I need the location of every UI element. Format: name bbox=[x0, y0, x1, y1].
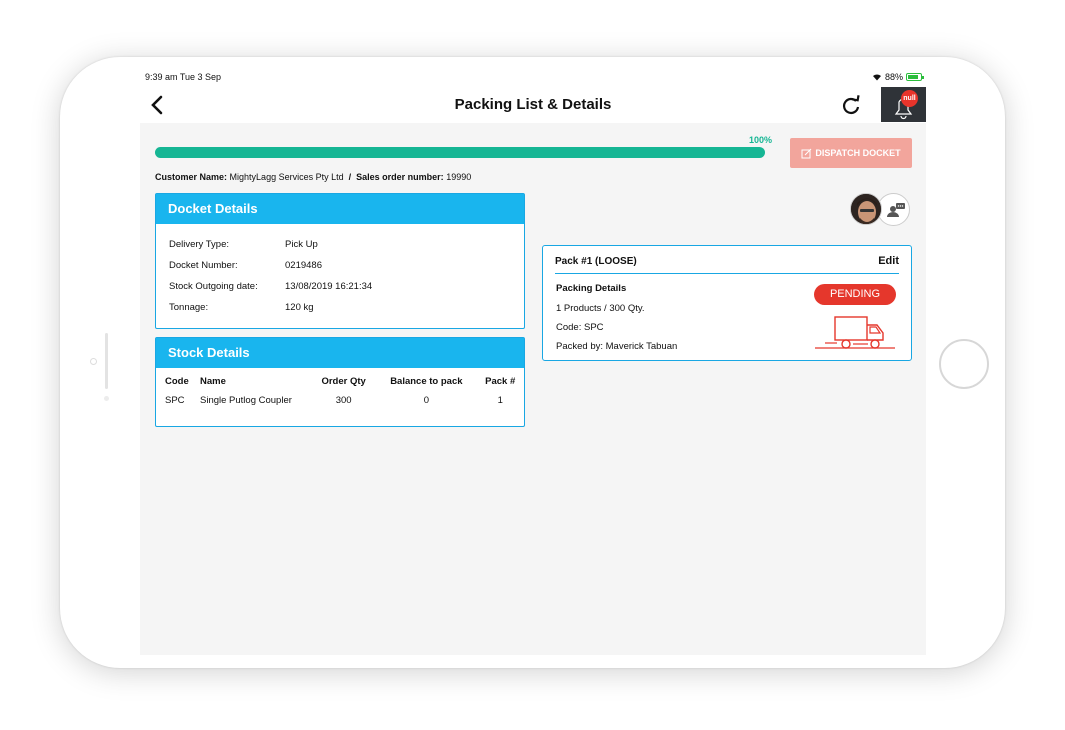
home-button[interactable] bbox=[939, 339, 989, 389]
docket-label: Stock Outgoing date: bbox=[169, 281, 258, 292]
pack-products: 1 Products / 300 Qty. bbox=[556, 303, 645, 314]
stock-table: Code Name Order Qty Balance to pack Pack… bbox=[156, 376, 524, 406]
docket-details-title: Docket Details bbox=[156, 194, 524, 224]
sales-order-label: Sales order number: bbox=[356, 172, 444, 182]
docket-value: Pick Up bbox=[285, 239, 318, 250]
docket-label: Docket Number: bbox=[169, 260, 238, 271]
column-header-order-qty: Order Qty bbox=[321, 376, 366, 387]
customer-name-value: MightyLagg Services Pty Ltd bbox=[229, 172, 344, 182]
pack-header: Pack #1 (LOOSE) Edit bbox=[555, 255, 899, 274]
edit-icon bbox=[801, 148, 812, 158]
dispatch-docket-button[interactable]: DISPATCH DOCKET bbox=[790, 138, 912, 168]
docket-value: 0219486 bbox=[285, 260, 322, 271]
progress-percent: 100% bbox=[749, 135, 773, 145]
cell-order-qty: 300 bbox=[335, 395, 352, 406]
docket-value: 120 kg bbox=[285, 302, 314, 313]
cell-balance: 0 bbox=[423, 395, 430, 406]
assigned-users[interactable] bbox=[850, 193, 912, 227]
status-time: 9:39 am Tue 3 Sep bbox=[145, 72, 222, 82]
table-row[interactable]: SPC Single Putlog Coupler 300 0 1 bbox=[156, 387, 524, 406]
progress-bar bbox=[155, 147, 765, 158]
tablet-camera bbox=[90, 358, 97, 365]
column-header-name: Name bbox=[200, 376, 226, 387]
stock-details-title: Stock Details bbox=[156, 338, 524, 368]
pack-title: Pack #1 (LOOSE) bbox=[555, 256, 637, 267]
cell-name: Single Putlog Coupler bbox=[200, 395, 292, 406]
docket-label: Delivery Type: bbox=[169, 239, 230, 250]
nav-bar: Packing List & Details null bbox=[140, 87, 926, 123]
status-badge: PENDING bbox=[814, 284, 896, 305]
cell-code: SPC bbox=[165, 395, 185, 406]
edit-pack-button[interactable]: Edit bbox=[878, 255, 899, 267]
column-header-pack: Pack # bbox=[485, 376, 516, 387]
cell-pack: 1 bbox=[497, 395, 503, 406]
customer-info: Customer Name: MightyLagg Services Pty L… bbox=[155, 172, 471, 182]
docket-label: Tonnage: bbox=[169, 302, 209, 313]
customer-separator: / bbox=[348, 172, 352, 182]
table-header-row: Code Name Order Qty Balance to pack Pack… bbox=[156, 376, 524, 387]
user-chat-icon bbox=[887, 203, 905, 217]
column-header-balance: Balance to pack bbox=[390, 376, 463, 387]
refresh-button[interactable] bbox=[840, 95, 862, 117]
packing-details-label: Packing Details bbox=[556, 283, 627, 294]
notification-badge: null bbox=[901, 90, 918, 107]
page-title: Packing List & Details bbox=[454, 96, 612, 113]
wifi-icon bbox=[872, 74, 881, 81]
docket-value: 13/08/2019 16:21:34 bbox=[285, 281, 373, 292]
tablet-side-dot bbox=[104, 396, 109, 401]
tablet-side-bar bbox=[105, 333, 108, 389]
notifications-button[interactable]: null bbox=[881, 87, 926, 122]
stock-details-card: Stock Details Code Name Order Qty Balanc… bbox=[155, 337, 525, 427]
status-bar: 9:39 am Tue 3 Sep 88% bbox=[140, 67, 926, 87]
battery-icon bbox=[906, 73, 924, 81]
refresh-icon bbox=[843, 95, 860, 114]
sales-order-value: 19990 bbox=[446, 172, 472, 182]
customer-name-label: Customer Name: bbox=[155, 172, 228, 182]
dispatch-docket-label: DISPATCH DOCKET bbox=[815, 148, 901, 158]
pack-code: Code: SPC bbox=[556, 322, 604, 333]
avatar[interactable] bbox=[850, 193, 882, 225]
column-header-code: Code bbox=[165, 376, 189, 387]
truck-icon bbox=[815, 316, 895, 349]
app-screen: 9:39 am Tue 3 Sep 88% Packing List & Det… bbox=[140, 67, 926, 655]
status-indicators: 88% bbox=[872, 72, 924, 82]
pack-card[interactable]: Pack #1 (LOOSE) Edit Packing Details 1 P… bbox=[542, 245, 912, 361]
battery-percent: 88% bbox=[884, 72, 903, 82]
pack-packed-by: Packed by: Maverick Tabuan bbox=[556, 341, 678, 352]
progress-bar-fill bbox=[155, 147, 765, 158]
docket-details-card: Docket Details Delivery Type: Pick Up Do… bbox=[155, 193, 525, 329]
